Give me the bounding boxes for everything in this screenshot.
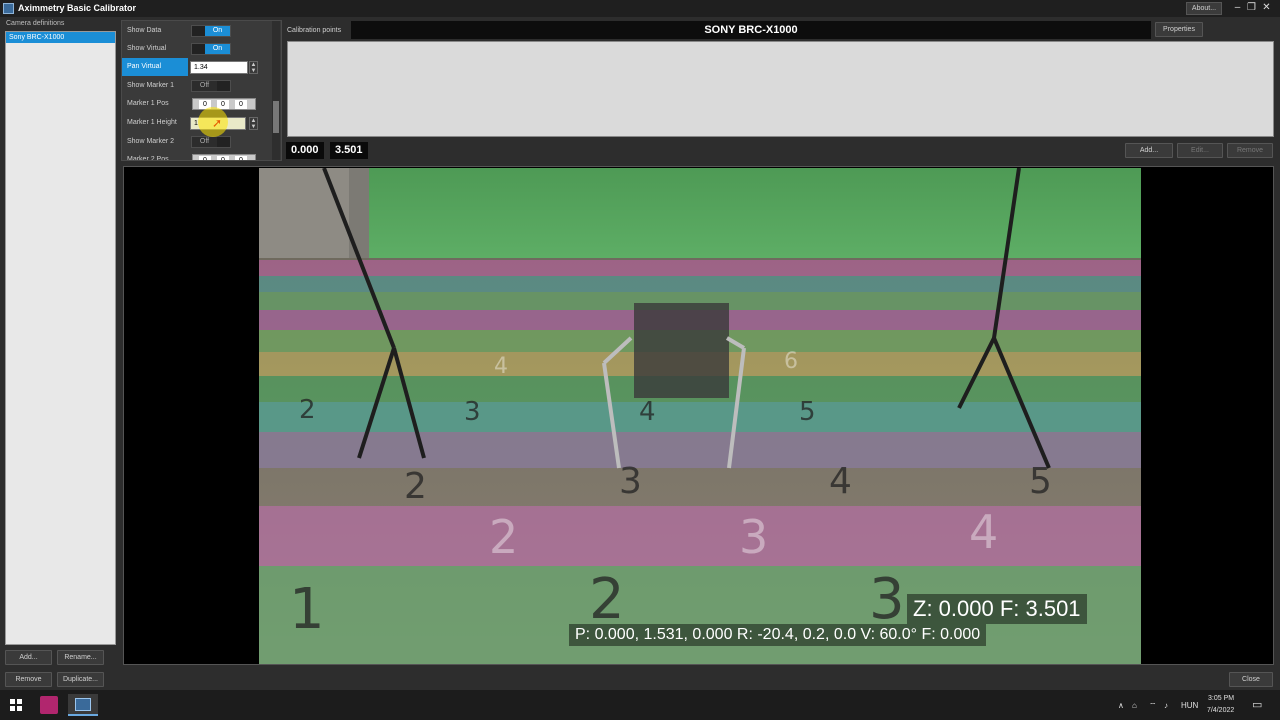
tray-chevron-icon[interactable]: ∧ (1118, 701, 1124, 710)
windows-logo-icon (10, 699, 22, 711)
marker2-pos-vector[interactable]: 0 0 0 (192, 154, 256, 160)
clock-time[interactable]: 3:05 PM (1208, 695, 1234, 702)
calibration-points-label: Calibration points (287, 27, 342, 34)
svg-text:3: 3 (619, 461, 642, 502)
close-window-icon[interactable]: ✕ (1260, 2, 1273, 15)
prop-show-marker2: Show Marker 2 Off (122, 133, 272, 151)
marker1-height-spinner[interactable]: ▲ ▼ (249, 117, 258, 130)
calibration-points-area[interactable] (287, 41, 1274, 137)
add-camera-button[interactable]: Add... (5, 650, 52, 665)
volume-icon[interactable]: ♪ (1164, 701, 1168, 710)
remove-point-button[interactable]: Remove (1227, 143, 1273, 158)
show-marker2-toggle[interactable]: Off (191, 136, 231, 148)
vector-x[interactable]: 0 (199, 156, 211, 160)
vector-z[interactable]: 0 (235, 100, 247, 109)
edit-point-button[interactable]: Edit... (1177, 143, 1223, 158)
show-data-toggle[interactable]: On (191, 25, 231, 37)
svg-text:2: 2 (299, 395, 316, 425)
properties-scrollbar[interactable] (272, 21, 280, 160)
calibrator-app-icon (75, 698, 91, 711)
minimize-icon[interactable]: – (1231, 2, 1244, 15)
rename-camera-button[interactable]: Rename... (57, 650, 104, 665)
prop-label: Marker 1 Pos (127, 100, 169, 107)
window-title: Aximmetry Basic Calibrator (18, 3, 137, 13)
properties-button[interactable]: Properties (1155, 22, 1203, 37)
toggle-knob: Off (192, 81, 217, 91)
prop-label: Marker 2 Pos (127, 156, 169, 161)
prop-label: Show Marker 1 (127, 82, 175, 89)
toggle-knob: On (205, 44, 230, 54)
scrollbar-thumb[interactable] (273, 101, 279, 133)
svg-text:3: 3 (869, 567, 905, 632)
svg-text:6: 6 (784, 349, 798, 374)
svg-text:4: 4 (639, 397, 656, 427)
camera-list-item[interactable]: Sony BRC-X1000 (6, 32, 115, 43)
calibrator-taskbar-button[interactable] (68, 694, 98, 716)
prop-show-data: Show Data On (122, 22, 272, 40)
prop-show-marker1: Show Marker 1 Off (122, 77, 272, 95)
prop-pan-virtual: Pan Virtual 1.34 ▲ ▼ (122, 58, 272, 76)
prop-marker1-pos: Marker 1 Pos 0 0 0 (122, 95, 272, 113)
app-icon (3, 3, 14, 14)
camera-name-banner: SONY BRC-X1000 (351, 21, 1151, 39)
hud-transform: P: 0.000, 1.531, 0.000 R: -20.4, 0.2, 0.… (569, 624, 987, 646)
svg-text:5: 5 (799, 397, 816, 427)
hud-zoom-focus: Z: 0.000 F: 3.501 (907, 594, 1087, 624)
language-indicator[interactable]: HUN (1181, 701, 1198, 710)
wifi-icon[interactable]: ⌔ (1149, 701, 1157, 711)
prop-label: Show Data (127, 27, 162, 34)
focus-readout: 3.501 (330, 142, 368, 159)
prop-label: Show Marker 2 (127, 138, 175, 145)
properties-panel: Show Data On Show Virtual On Pan Virtual… (121, 20, 282, 161)
about-button[interactable]: About... (1186, 2, 1222, 15)
prop-label: Pan Virtual (122, 58, 188, 76)
vector-y[interactable]: 0 (217, 156, 229, 160)
toggle-knob: Off (192, 137, 217, 147)
camera-image: 2 3 4 5 2 3 4 5 1 2 3 2 3 4 4 6 Z: 0.000… (259, 168, 1141, 664)
prop-marker1-height: Marker 1 Height 1 ▲ ▼ (122, 114, 272, 132)
marker1-pos-vector[interactable]: 0 0 0 (192, 98, 256, 110)
close-button[interactable]: Close (1229, 672, 1273, 687)
svg-text:4: 4 (494, 354, 508, 379)
camera-definitions-list[interactable]: Sony BRC-X1000 (5, 31, 116, 645)
mouse-cursor-icon: ➚ (212, 116, 223, 130)
pan-virtual-spinner[interactable]: ▲ ▼ (249, 61, 258, 74)
app-taskbar-icon[interactable] (40, 696, 58, 714)
prop-label: Marker 1 Height (127, 119, 177, 126)
add-point-button[interactable]: Add... (1125, 143, 1173, 158)
svg-text:3: 3 (464, 397, 481, 427)
title-bar: Aximmetry Basic Calibrator About... – ❐ … (0, 0, 1280, 17)
restore-icon[interactable]: ❐ (1245, 2, 1258, 15)
clock-date[interactable]: 7/4/2022 (1207, 707, 1234, 714)
camera-viewport[interactable]: 2 3 4 5 2 3 4 5 1 2 3 2 3 4 4 6 Z: 0.000… (123, 166, 1274, 665)
windows-start-icon[interactable] (10, 699, 22, 711)
svg-text:4: 4 (829, 461, 852, 502)
remove-camera-button[interactable]: Remove (5, 672, 52, 687)
svg-text:1: 1 (289, 577, 325, 642)
prop-show-virtual: Show Virtual On (122, 40, 272, 58)
vector-z[interactable]: 0 (235, 156, 247, 160)
prop-marker2-pos: Marker 2 Pos 0 0 0 (122, 151, 272, 161)
svg-text:2: 2 (404, 466, 427, 507)
svg-text:3: 3 (739, 510, 768, 564)
network-icon[interactable]: ⌂ (1132, 701, 1137, 710)
svg-text:2: 2 (489, 510, 518, 564)
duplicate-camera-button[interactable]: Duplicate... (57, 672, 104, 687)
pan-virtual-input[interactable]: 1.34 (190, 61, 248, 74)
prop-label: Show Virtual (127, 45, 167, 52)
show-virtual-toggle[interactable]: On (191, 43, 231, 55)
camera-definitions-label: Camera definitions (6, 20, 65, 27)
toggle-knob: On (205, 26, 230, 36)
notifications-icon[interactable]: ▭ (1252, 698, 1262, 711)
show-marker1-toggle[interactable]: Off (191, 80, 231, 92)
svg-text:2: 2 (589, 567, 625, 632)
studio-scene-image: 2 3 4 5 2 3 4 5 1 2 3 2 3 4 4 6 (259, 168, 1141, 664)
svg-text:4: 4 (969, 505, 998, 559)
zoom-readout: 0.000 (286, 142, 324, 159)
taskbar: ∧ ⌂ ⌔ ♪ HUN 3:05 PM 7/4/2022 ▭ (0, 690, 1280, 720)
